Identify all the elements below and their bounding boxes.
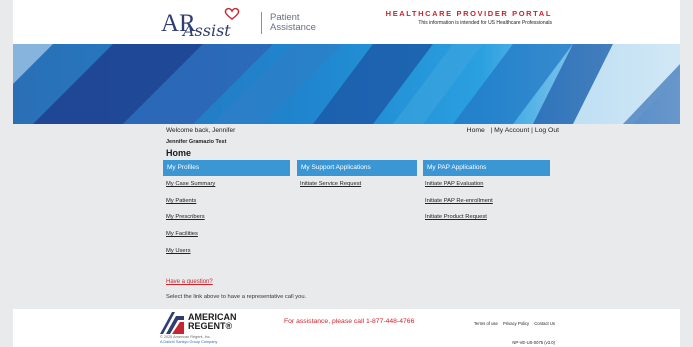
nav-home-link[interactable]: Home	[467, 127, 485, 134]
portal-subtitle: This information is intended for US Heal…	[418, 20, 552, 26]
nav-my-account-link[interactable]: My Account	[494, 127, 529, 134]
page: AR Assist Patient Assistance HEALTHCARE …	[13, 0, 680, 347]
initiate-product-request-link[interactable]: Initiate Product Request	[425, 214, 487, 220]
my-patients-link[interactable]: My Patients	[166, 198, 196, 204]
logo-assist-text: Assist	[183, 21, 231, 40]
logo-tagline-line2: Assistance	[270, 22, 316, 33]
my-prescribers-link[interactable]: My Prescribers	[166, 214, 205, 220]
nav-separator: |	[531, 127, 533, 134]
footer-links: Terms of use Privacy Policy Contact Us	[470, 321, 555, 326]
portal-title: HEALTHCARE PROVIDER PORTAL	[385, 9, 552, 18]
have-a-question-link[interactable]: Have a question?	[166, 279, 213, 285]
logo-tagline: Patient Assistance	[270, 13, 316, 33]
company-name-line2: REGENT®	[188, 321, 233, 331]
help-note: Select the link above to have a represen…	[166, 294, 307, 300]
site-footer: AMERICAN REGENT® © 2025 American Regent,…	[13, 309, 680, 347]
my-case-summary-link[interactable]: My Case Summary	[166, 181, 215, 187]
american-regent-logo-icon	[160, 312, 184, 334]
american-regent-name: AMERICAN REGENT®	[188, 313, 237, 331]
copyright-text: © 2025 American Regent, Inc.	[160, 335, 211, 339]
welcome-message: Welcome back, Jennifer	[166, 127, 236, 134]
hero-banner	[13, 44, 680, 124]
user-name: Jennifer Gramazio Test	[166, 139, 227, 145]
initiate-pap-reenrollment-link[interactable]: Initiate PAP Re-enrollment	[425, 198, 493, 204]
banner-stripes	[13, 44, 680, 124]
terms-of-use-link[interactable]: Terms of use	[474, 321, 498, 326]
parent-company-text: A Daiichi Sankyo Group Company	[160, 340, 218, 344]
site-header: AR Assist Patient Assistance HEALTHCARE …	[13, 0, 680, 44]
initiate-service-request-link[interactable]: Initiate Service Request	[300, 181, 361, 187]
logo-divider	[261, 12, 262, 34]
nav-separator: |	[490, 127, 493, 134]
contact-us-link[interactable]: Contact Us	[534, 321, 555, 326]
top-navigation: Home | My Account | Log Out	[467, 127, 559, 134]
heart-hands-icon	[224, 7, 240, 20]
privacy-policy-link[interactable]: Privacy Policy	[503, 321, 529, 326]
my-facilities-link[interactable]: My Facilities	[166, 231, 198, 237]
page-title: Home	[166, 148, 192, 158]
arassist-logo[interactable]: AR Assist Patient Assistance	[161, 7, 321, 40]
my-pap-applications-header: My PAP Applications	[423, 160, 550, 176]
initiate-pap-evaluation-link[interactable]: Initiate PAP Evaluation	[425, 181, 483, 187]
my-users-link[interactable]: My Users	[166, 248, 190, 254]
my-support-applications-header: My Support Applications	[297, 160, 417, 176]
assistance-phone: For assistance, please call 1-877-448-47…	[284, 318, 415, 325]
document-code: NP-VE-US-0075 (v3.0)	[512, 340, 555, 345]
my-profiles-header: My Profiles	[163, 160, 290, 176]
nav-log-out-link[interactable]: Log Out	[535, 127, 559, 134]
